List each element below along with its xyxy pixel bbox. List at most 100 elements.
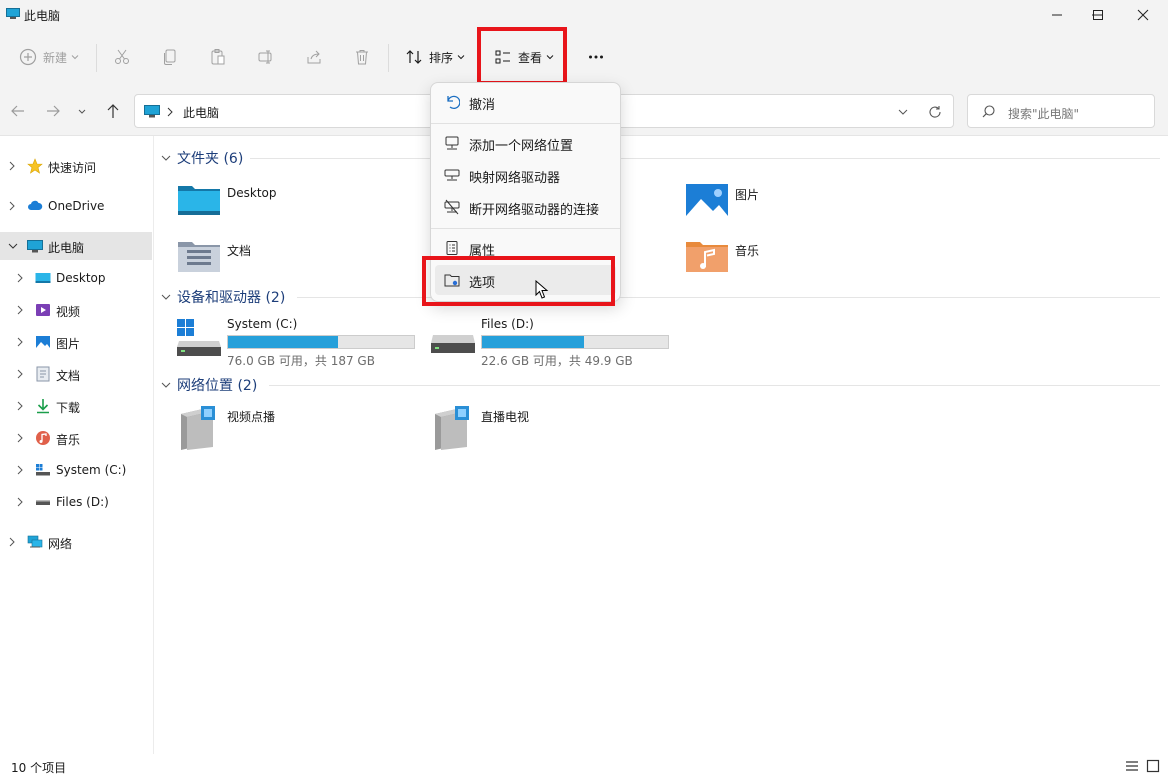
sort-icon — [406, 50, 422, 64]
sidebar-item-files-drive[interactable]: Files (D:) — [0, 488, 152, 516]
computer-icon — [6, 8, 20, 19]
item-count: 10 个项目 — [11, 761, 67, 775]
menu-item-label: 断开网络驱动器的连接 — [469, 203, 600, 218]
back-arrow-icon[interactable] — [9, 102, 27, 120]
sidebar-item-network[interactable]: 网络 — [0, 528, 152, 556]
videos-icon — [36, 304, 50, 316]
share-button[interactable] — [302, 42, 326, 72]
desktop-folder-icon — [178, 186, 220, 215]
expand-chevron-icon[interactable] — [8, 201, 16, 211]
maximize-icon — [1093, 10, 1103, 20]
drive-d[interactable]: Files (D:) 22.6 GB 可用，共 49.9 GB — [431, 317, 671, 368]
search-icon — [982, 105, 995, 118]
collapse-chevron-icon[interactable] — [8, 242, 18, 250]
breadcrumb-this-pc[interactable]: 此电脑 — [183, 104, 219, 121]
menu-separator — [431, 228, 620, 229]
group-header-folders[interactable]: 文件夹 (6) — [161, 147, 243, 169]
expand-chevron-icon[interactable] — [8, 161, 16, 171]
group-header-drives[interactable]: 设备和驱动器 (2) — [161, 286, 285, 308]
network-location-vod[interactable]: 视频点播 — [177, 404, 377, 452]
network-location-icon — [181, 406, 215, 450]
network-location-label: 直播电视 — [481, 410, 530, 424]
sidebar-item-onedrive[interactable]: OneDrive — [0, 192, 152, 220]
refresh-icon[interactable] — [928, 105, 942, 119]
sidebar-item-this-pc[interactable]: 此电脑 — [0, 232, 152, 260]
menu-item-disconnect-network-drive[interactable]: 断开网络驱动器的连接 — [435, 192, 616, 222]
more-icon — [589, 55, 603, 59]
new-label: 新建 — [42, 50, 67, 65]
options-highlight — [422, 256, 615, 306]
share-icon — [307, 50, 321, 64]
menu-item-undo[interactable]: 撤消 — [435, 87, 616, 117]
chevron-down-icon — [71, 55, 79, 60]
copy-button[interactable] — [158, 42, 182, 72]
forward-arrow-icon[interactable] — [44, 102, 62, 120]
folder-label: 文档 — [227, 244, 252, 258]
sidebar-item-documents[interactable]: 文档 — [0, 360, 152, 388]
sidebar-item-label: System (C:) — [56, 463, 127, 477]
folder-label: Desktop — [227, 186, 277, 200]
folder-pictures[interactable]: 图片 — [685, 182, 885, 222]
details-view-icon[interactable] — [1125, 759, 1139, 773]
expand-chevron-icon[interactable] — [16, 337, 24, 347]
maximize-button-hit[interactable] — [1075, 0, 1121, 30]
windows-drive-icon — [177, 319, 221, 356]
close-icon — [1137, 9, 1149, 21]
menu-item-map-network-drive[interactable]: 映射网络驱动器 — [435, 160, 616, 190]
rename-icon — [258, 50, 272, 64]
expand-chevron-icon[interactable] — [16, 369, 24, 379]
search-input[interactable]: 搜索"此电脑" — [967, 94, 1155, 128]
expand-chevron-icon[interactable] — [16, 433, 24, 443]
expand-chevron-icon[interactable] — [16, 465, 24, 475]
recent-locations-chevron-icon[interactable] — [76, 102, 88, 120]
view-button-highlight — [477, 27, 567, 85]
expand-chevron-icon[interactable] — [8, 537, 16, 547]
delete-button[interactable] — [350, 42, 374, 72]
desktop-icon — [35, 273, 51, 283]
menu-item-label: 添加一个网络位置 — [469, 139, 574, 154]
minimize-button-hit[interactable] — [1034, 0, 1080, 30]
folder-desktop[interactable]: Desktop — [177, 182, 377, 222]
star-icon — [27, 158, 43, 174]
chevron-down-icon — [161, 294, 171, 300]
address-history-chevron-icon[interactable] — [897, 106, 909, 118]
disconnect-drive-icon — [444, 199, 460, 215]
paste-button[interactable] — [206, 42, 230, 72]
hard-drive-icon — [431, 335, 475, 353]
drive-c[interactable]: System (C:) 76.0 GB 可用，共 187 GB — [177, 317, 417, 368]
expand-chevron-icon[interactable] — [16, 305, 24, 315]
rename-button[interactable] — [254, 42, 278, 72]
network-location-live-tv[interactable]: 直播电视 — [431, 404, 631, 452]
expand-chevron-icon[interactable] — [16, 401, 24, 411]
expand-chevron-icon[interactable] — [16, 273, 24, 283]
folder-music[interactable]: 音乐 — [685, 238, 885, 278]
mouse-cursor-icon — [535, 280, 549, 299]
sidebar-item-pictures[interactable]: 图片 — [0, 328, 152, 356]
expand-chevron-icon[interactable] — [16, 497, 24, 507]
sidebar-item-music[interactable]: 音乐 — [0, 424, 152, 452]
new-button[interactable]: 新建 — [14, 42, 84, 72]
sidebar-item-desktop[interactable]: Desktop — [0, 264, 152, 292]
search-placeholder: 搜索"此电脑" — [1008, 107, 1080, 121]
sidebar-item-system-drive[interactable]: System (C:) — [0, 456, 152, 484]
close-button[interactable] — [1120, 0, 1166, 30]
group-header-network-locations[interactable]: 网络位置 (2) — [161, 374, 257, 396]
group-title: 设备和驱动器 (2) — [177, 290, 286, 306]
more-button[interactable] — [582, 42, 610, 72]
title-bar: 此电脑 — [0, 0, 1168, 30]
sidebar-item-quick-access[interactable]: 快速访问 — [0, 152, 152, 180]
music-icon — [36, 431, 50, 445]
sidebar-item-label: 音乐 — [56, 433, 81, 447]
chevron-down-icon — [161, 382, 171, 388]
cut-button[interactable] — [110, 42, 134, 72]
toolbar-divider — [96, 44, 97, 72]
sidebar-item-label: Files (D:) — [56, 495, 109, 509]
sidebar-item-videos[interactable]: 视频 — [0, 296, 152, 324]
sidebar-item-downloads[interactable]: 下载 — [0, 392, 152, 420]
breadcrumb-chevron-icon[interactable] — [166, 107, 174, 117]
large-icons-view-icon[interactable] — [1146, 759, 1160, 773]
up-arrow-icon[interactable] — [104, 102, 122, 120]
menu-item-add-network-location[interactable]: 添加一个网络位置 — [435, 128, 616, 158]
sort-button[interactable]: 排序 — [402, 42, 468, 72]
folder-documents[interactable]: 文档 — [177, 238, 377, 278]
